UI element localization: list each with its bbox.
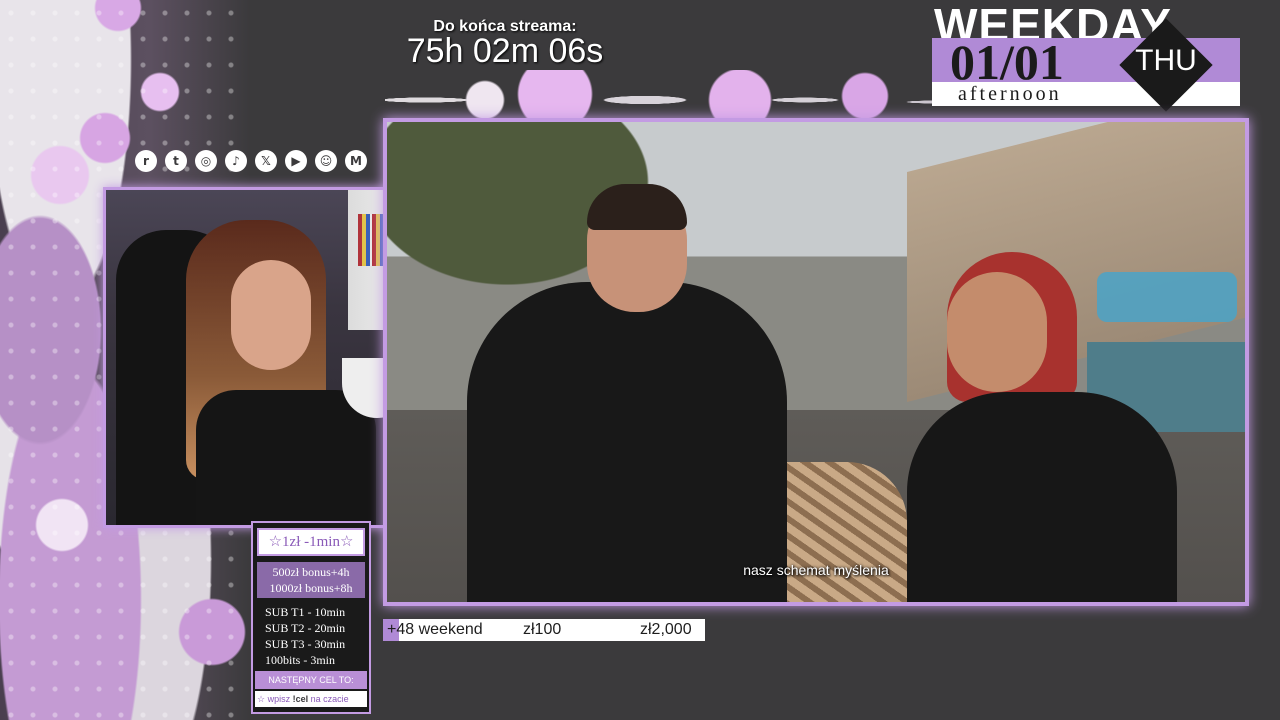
subathon-panel: ☆1zł -1min☆ 500zł bonus+4h 1000zł bonus+… (251, 521, 371, 714)
day-of-week: THU (1135, 44, 1197, 77)
tier-line: SUB T2 - 20min (265, 621, 346, 635)
video-woman (907, 252, 1207, 602)
cmd-suffix: na czacie (310, 694, 349, 704)
twitch-icon[interactable]: t (165, 150, 187, 172)
stream-overlay: Do końca streama: 75h 02m 06s WEEKDAY 01… (0, 0, 1280, 720)
bonus-box: 500zł bonus+4h 1000zł bonus+8h (257, 562, 365, 598)
garland-decoration (385, 70, 945, 118)
stream-countdown: Do końca streama: 75h 02m 06s (380, 18, 630, 70)
date-widget: WEEKDAY 01/01 THU afternoon (930, 0, 1250, 112)
countdown-time: 75h 02m 06s (406, 32, 604, 70)
tier-line: SUB T1 - 10min (265, 605, 346, 619)
donation-goal-bar: +48 weekend zł100 zł2,000 (383, 619, 705, 641)
webcam-frame (103, 187, 411, 528)
tier-line: 100bits - 3min (265, 653, 336, 667)
cmd-prefix: ☆ wpisz (257, 694, 291, 704)
gmail-icon[interactable]: M (345, 150, 367, 172)
streamer-body (196, 390, 376, 525)
next-goal-label: NASTĘPNY CEL TO: (255, 671, 367, 689)
reddit-icon[interactable]: r (135, 150, 157, 172)
tiktok-icon[interactable]: ♪ (225, 150, 247, 172)
goal-label: +48 weekend (387, 621, 483, 638)
bonus-line: 500zł bonus+4h (272, 565, 350, 579)
tier-line: SUB T3 - 30min (265, 637, 346, 651)
cmd-name: !cel (292, 694, 309, 704)
discord-icon[interactable]: ☺ (315, 150, 337, 172)
youtube-icon[interactable]: ▶ (285, 150, 307, 172)
goal-current: zł100 (523, 621, 562, 638)
man-body (467, 282, 787, 602)
man-hair (587, 184, 687, 230)
instagram-icon[interactable]: ◎ (195, 150, 217, 172)
rate-header: ☆1zł -1min☆ (257, 528, 365, 556)
main-video-frame[interactable]: nasz schemat myślenia (383, 118, 1249, 606)
time-of-day: afternoon (958, 83, 1062, 105)
x-icon[interactable]: 𝕏 (255, 150, 277, 172)
video-man (447, 162, 787, 602)
goal-target: zł2,000 (640, 621, 692, 638)
date-number: 01/01 (950, 34, 1064, 90)
streamer-face (231, 260, 311, 370)
tier-list: SUB T1 - 10min SUB T2 - 20min SUB T3 - 3… (265, 604, 357, 668)
video-subtitle: nasz schemat myślenia (743, 562, 889, 578)
bonus-line: 1000zł bonus+8h (269, 581, 353, 595)
chat-command-hint: ☆ wpisz !cel na czacie (255, 691, 367, 707)
social-icons: r t ◎ ♪ 𝕏 ▶ ☺ M (135, 150, 367, 172)
woman-head (947, 272, 1047, 392)
